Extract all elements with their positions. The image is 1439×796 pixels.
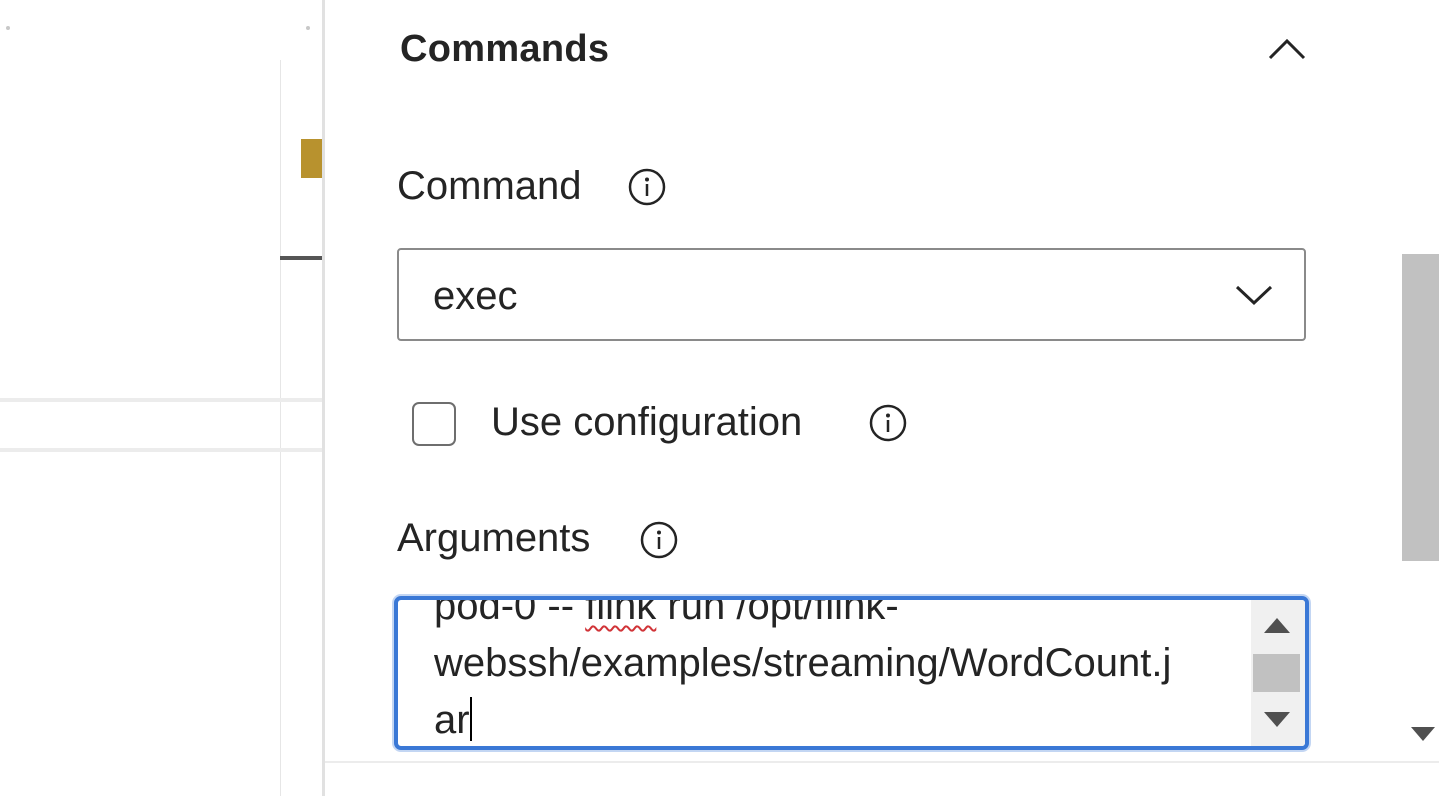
scrollbar-thumb[interactable] [1253, 654, 1300, 692]
scroll-down-arrow-icon[interactable] [1264, 712, 1290, 727]
toolbar-dots [0, 22, 324, 34]
chevron-up-icon [1268, 38, 1306, 60]
use-configuration-checkbox[interactable] [412, 402, 456, 446]
arguments-line3: ar [434, 698, 470, 742]
divider [0, 448, 324, 452]
background-pane [0, 0, 324, 796]
textarea-scrollbar[interactable] [1251, 600, 1305, 746]
arguments-line1-end: run /opt/flink- [656, 596, 899, 628]
dot [306, 26, 310, 30]
divider [0, 398, 324, 402]
command-dropdown[interactable]: exec [397, 248, 1306, 341]
command-label: Command [397, 164, 582, 208]
scroll-down-arrow-icon[interactable] [1411, 727, 1435, 741]
arguments-text: pod-0 -- flink run /opt/flink- webssh/ex… [434, 596, 1224, 746]
arguments-label: Arguments [397, 516, 591, 560]
text-caret [469, 697, 472, 741]
arguments-textarea[interactable]: pod-0 -- flink run /opt/flink- webssh/ex… [394, 596, 1309, 750]
collapse-section-button[interactable] [1263, 30, 1311, 70]
divider [280, 256, 323, 260]
arguments-line2: webssh/examples/streaming/WordCount.j [434, 641, 1172, 685]
commands-panel: Commands Command exec Use configuration … [325, 0, 1439, 796]
info-icon[interactable] [628, 168, 666, 206]
scroll-up-arrow-icon[interactable] [1264, 618, 1290, 633]
arguments-line1-start: pod-0 -- [434, 596, 586, 628]
section-title: Commands [400, 28, 610, 70]
use-configuration-label[interactable]: Use configuration [491, 400, 802, 445]
divider [325, 761, 1439, 763]
panel-scrollbar-thumb[interactable] [1402, 254, 1439, 561]
info-icon[interactable] [869, 404, 907, 442]
divider [280, 60, 281, 796]
misspelled-word: flink [585, 596, 657, 628]
command-dropdown-value: exec [433, 274, 518, 318]
info-icon[interactable] [640, 521, 678, 559]
dot [6, 26, 10, 30]
chevron-down-icon [1235, 285, 1273, 306]
status-marker [301, 139, 323, 178]
